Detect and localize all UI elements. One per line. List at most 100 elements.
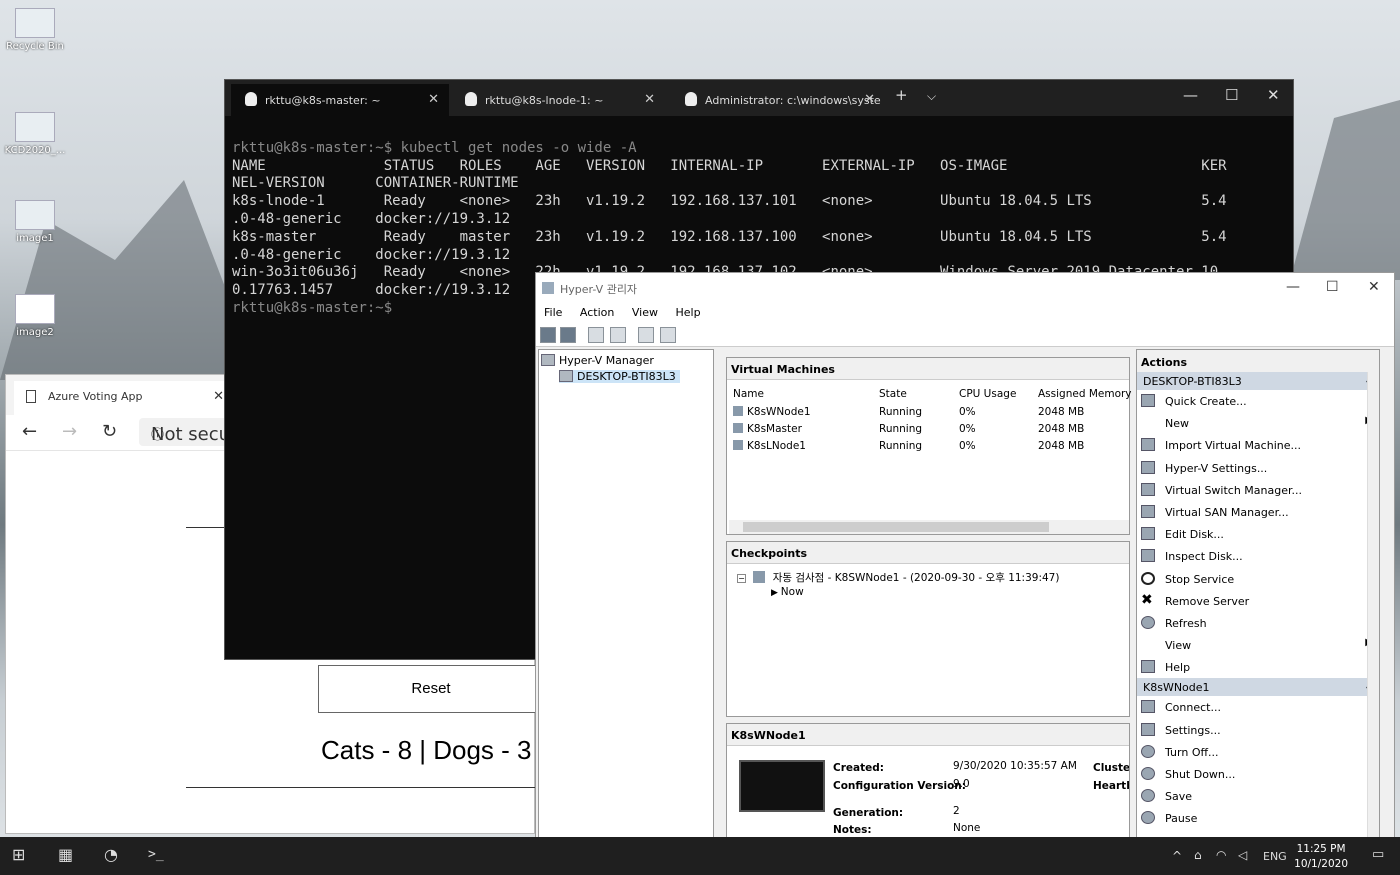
desktop-icon-image2[interactable]: image2 xyxy=(0,294,70,338)
action-hyperv-settings[interactable]: Hyper-V Settings... xyxy=(1137,457,1379,479)
action-import-vm[interactable]: Import Virtual Machine... xyxy=(1137,434,1379,456)
table-row[interactable]: K8sMaster Running 0% 2048 MB xyxy=(731,421,1127,438)
vm-thumbnail[interactable] xyxy=(739,760,825,812)
notification-icon[interactable]: ▭ xyxy=(1372,847,1384,862)
action-pause[interactable]: Pause xyxy=(1137,807,1379,829)
clock[interactable]: 11:25 PM 10/1/2020 xyxy=(1294,842,1348,872)
windows-start-icon[interactable]: ⊞ xyxy=(12,845,25,864)
up-folder-icon[interactable] xyxy=(588,327,604,343)
chevron-down-icon[interactable]: ⌵ xyxy=(927,89,936,104)
network-icon[interactable]: ⌂ xyxy=(1194,848,1202,862)
terminal-line: NEL-VERSION CONTAINER-RUNTIME xyxy=(232,175,519,192)
column-header-cpu[interactable]: CPU Usage xyxy=(959,388,1016,400)
close-tab-icon[interactable]: ✕ xyxy=(428,92,439,107)
table-row[interactable]: K8sLNode1 Running 0% 2048 MB xyxy=(731,438,1127,455)
browser-tab[interactable]: Azure Voting App ✕ xyxy=(14,381,228,415)
browser-tab-title: Azure Voting App xyxy=(48,390,143,403)
terminal-icon[interactable]: >_ xyxy=(148,847,164,862)
scrollbar-thumb[interactable] xyxy=(743,522,1049,532)
forward-arrow-icon[interactable]: → xyxy=(62,421,77,442)
vertical-scrollbar[interactable] xyxy=(1367,372,1379,838)
close-tab-icon[interactable]: ✕ xyxy=(644,92,655,107)
column-header-state[interactable]: State xyxy=(879,388,907,400)
chevron-up-icon[interactable]: ^ xyxy=(1172,849,1182,863)
action-stop-service[interactable]: Stop Service xyxy=(1137,568,1379,590)
panel-title: Checkpoints xyxy=(727,542,1129,564)
maximize-icon[interactable]: ☐ xyxy=(1225,86,1238,104)
terminal-tab-k8s-lnode[interactable]: rkttu@k8s-lnode-1: ~ ✕ xyxy=(451,84,665,116)
action-view[interactable]: View▶ xyxy=(1137,634,1379,656)
stop-icon xyxy=(1141,571,1155,585)
help-icon[interactable] xyxy=(638,327,654,343)
menu-action[interactable]: Action xyxy=(580,306,614,319)
close-window-icon[interactable]: ✕ xyxy=(1368,279,1380,295)
show-hide-action-pane-icon[interactable] xyxy=(660,327,676,343)
desktop-icon-image1[interactable]: image1 xyxy=(0,200,70,244)
action-refresh[interactable]: Refresh xyxy=(1137,612,1379,634)
taskbar: ⊞ ▦ ◔ >_ ^ ⌂ ◠ ◁ ENG 11:25 PM 10/1/2020 … xyxy=(0,837,1400,875)
action-turn-off[interactable]: Turn Off... xyxy=(1137,741,1379,763)
page-icon xyxy=(26,390,36,403)
action-virtual-san-manager[interactable]: Virtual SAN Manager... xyxy=(1137,501,1379,523)
action-save[interactable]: Save xyxy=(1137,785,1379,807)
action-edit-disk[interactable]: Edit Disk... xyxy=(1137,523,1379,545)
server-manager-icon[interactable]: ▦ xyxy=(58,845,73,864)
column-header-memory[interactable]: Assigned Memory xyxy=(1038,388,1132,400)
edit-disk-icon xyxy=(1141,527,1155,541)
maximize-icon[interactable]: ☐ xyxy=(1326,279,1339,295)
menu-file[interactable]: File xyxy=(544,306,562,319)
wifi-icon[interactable]: ◠ xyxy=(1216,848,1226,862)
action-shut-down[interactable]: Shut Down... xyxy=(1137,763,1379,785)
checkpoint-item[interactable]: − 자동 검사점 - K8SWNode1 - (2020-09-30 - 오후 … xyxy=(737,570,1059,585)
generation-label: Generation: xyxy=(833,807,904,819)
action-connect[interactable]: Connect... xyxy=(1137,696,1379,718)
action-remove-server[interactable]: ✖ Remove Server xyxy=(1137,590,1379,612)
minimize-icon[interactable]: — xyxy=(1183,86,1198,104)
action-inspect-disk[interactable]: Inspect Disk... xyxy=(1137,545,1379,567)
created-label: Created: xyxy=(833,762,884,774)
action-virtual-switch-manager[interactable]: Virtual Switch Manager... xyxy=(1137,479,1379,501)
recycle-bin-icon xyxy=(15,8,55,38)
back-arrow-icon[interactable] xyxy=(540,327,556,343)
terminal-tab-admin[interactable]: Administrator: c:\windows\syste ✕ xyxy=(671,84,885,116)
connect-icon xyxy=(1141,700,1155,714)
minimize-icon[interactable]: — xyxy=(1286,279,1300,295)
checkpoint-icon xyxy=(753,571,766,583)
refresh-icon[interactable]: ↻ xyxy=(102,421,117,442)
forward-arrow-icon[interactable] xyxy=(560,327,576,343)
desktop-icon-kcd2020[interactable]: KCD2020_... xyxy=(0,112,70,156)
horizontal-scrollbar[interactable] xyxy=(729,520,1129,534)
action-quick-create[interactable]: Quick Create... xyxy=(1137,390,1379,412)
table-row[interactable]: K8sWNode1 Running 0% 2048 MB xyxy=(731,404,1127,421)
column-header-name[interactable]: Name xyxy=(733,388,764,400)
show-hide-console-tree-icon[interactable] xyxy=(610,327,626,343)
language-indicator[interactable]: ENG xyxy=(1263,850,1287,863)
tree-node-host[interactable]: DESKTOP-BTI83L3 xyxy=(559,370,680,383)
desktop-icon-recycle-bin[interactable]: Recycle Bin xyxy=(0,8,70,52)
terminal-tab-k8s-master[interactable]: rkttu@k8s-master: ~ ✕ xyxy=(231,84,449,116)
close-tab-icon[interactable]: ✕ xyxy=(864,92,875,107)
close-tab-icon[interactable]: ✕ xyxy=(213,389,224,404)
pause-icon xyxy=(1141,811,1155,825)
action-settings[interactable]: Settings... xyxy=(1137,719,1379,741)
collapse-icon[interactable]: − xyxy=(737,574,746,583)
panel-title: Virtual Machines xyxy=(727,358,1129,380)
linux-tux-icon xyxy=(465,92,477,106)
actions-group-host[interactable]: DESKTOP-BTI83L3▲ xyxy=(1137,372,1379,390)
menu-help[interactable]: Help xyxy=(675,306,700,319)
action-help[interactable]: Help xyxy=(1137,656,1379,678)
close-window-icon[interactable]: ✕ xyxy=(1267,86,1280,104)
actions-group-vm[interactable]: K8sWNode1▲ xyxy=(1137,678,1379,697)
tree-node-hyperv-manager[interactable]: Hyper-V Manager xyxy=(541,354,654,367)
menu-view[interactable]: View xyxy=(632,306,658,319)
reset-button[interactable]: Reset xyxy=(318,665,544,713)
checkpoint-now[interactable]: ▶ Now xyxy=(771,586,804,598)
panel-title: K8sWNode1 xyxy=(727,724,1129,746)
volume-icon[interactable]: ◁ xyxy=(1238,848,1247,862)
edge-browser-icon[interactable]: ◔ xyxy=(104,845,118,864)
new-tab-plus-icon[interactable]: + xyxy=(895,86,908,104)
action-new[interactable]: New▶ xyxy=(1137,412,1379,434)
save-icon xyxy=(1141,789,1155,803)
back-arrow-icon[interactable]: ← xyxy=(22,421,37,442)
vm-icon xyxy=(733,440,743,450)
